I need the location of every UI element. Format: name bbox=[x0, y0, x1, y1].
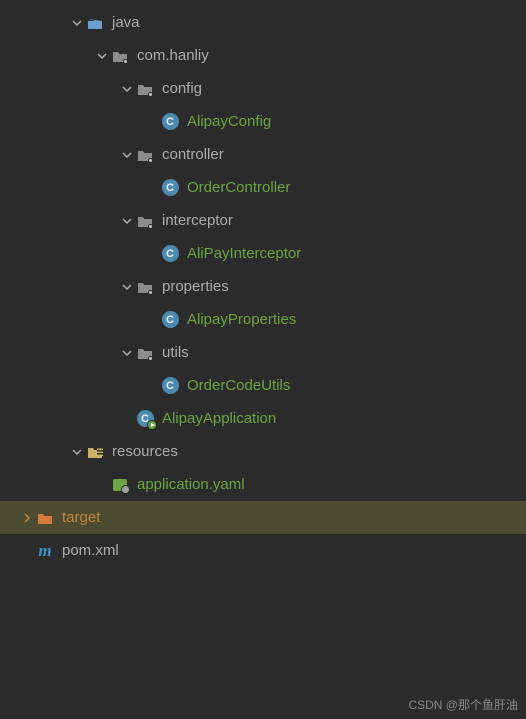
tree-row-class[interactable]: C AlipayProperties bbox=[0, 303, 526, 336]
tree-label: config bbox=[162, 80, 202, 97]
tree-label: AliPayInterceptor bbox=[187, 245, 301, 262]
package-icon bbox=[136, 344, 154, 362]
tree-row-package[interactable]: controller bbox=[0, 138, 526, 171]
tree-row-class[interactable]: C OrderCodeUtils bbox=[0, 369, 526, 402]
tree-row-package[interactable]: config bbox=[0, 72, 526, 105]
yaml-icon bbox=[111, 476, 129, 494]
package-icon bbox=[136, 212, 154, 230]
tree-label: java bbox=[112, 14, 140, 31]
tree-row-pom[interactable]: m pom.xml bbox=[0, 534, 526, 567]
tree-label: OrderController bbox=[187, 179, 290, 196]
chevron-down-icon bbox=[95, 51, 109, 61]
folder-icon bbox=[86, 14, 104, 32]
chevron-down-icon bbox=[120, 84, 134, 94]
class-run-icon: C bbox=[136, 410, 154, 428]
tree-row-package[interactable]: utils bbox=[0, 336, 526, 369]
tree-row-java[interactable]: java bbox=[0, 6, 526, 39]
tree-label: interceptor bbox=[162, 212, 233, 229]
class-icon: C bbox=[161, 377, 179, 395]
tree-row-target[interactable]: target bbox=[0, 501, 526, 534]
class-icon: C bbox=[161, 245, 179, 263]
package-icon bbox=[136, 80, 154, 98]
package-icon bbox=[136, 278, 154, 296]
tree-row-package[interactable]: interceptor bbox=[0, 204, 526, 237]
tree-label: AlipayProperties bbox=[187, 311, 296, 328]
watermark: CSDN @那个鱼肝油 bbox=[408, 696, 518, 713]
project-tree: java com.hanliy config C AlipayConfig co… bbox=[0, 0, 526, 567]
chevron-down-icon bbox=[120, 216, 134, 226]
tree-label: com.hanliy bbox=[137, 47, 209, 64]
tree-label: OrderCodeUtils bbox=[187, 377, 290, 394]
tree-label: target bbox=[62, 509, 100, 526]
package-icon bbox=[136, 146, 154, 164]
class-icon: C bbox=[161, 113, 179, 131]
chevron-down-icon bbox=[120, 150, 134, 160]
tree-label: pom.xml bbox=[62, 542, 119, 559]
tree-row-application-class[interactable]: C AlipayApplication bbox=[0, 402, 526, 435]
maven-icon: m bbox=[36, 542, 54, 560]
tree-row-yaml[interactable]: application.yaml bbox=[0, 468, 526, 501]
tree-label: utils bbox=[162, 344, 189, 361]
class-icon: C bbox=[161, 311, 179, 329]
tree-row-package[interactable]: properties bbox=[0, 270, 526, 303]
tree-row-resources[interactable]: resources bbox=[0, 435, 526, 468]
class-icon: C bbox=[161, 179, 179, 197]
tree-label: AlipayApplication bbox=[162, 410, 276, 427]
tree-label: controller bbox=[162, 146, 224, 163]
tree-label: application.yaml bbox=[137, 476, 245, 493]
tree-label: properties bbox=[162, 278, 229, 295]
folder-icon bbox=[36, 509, 54, 527]
resources-folder-icon bbox=[86, 443, 104, 461]
tree-label: AlipayConfig bbox=[187, 113, 271, 130]
chevron-down-icon bbox=[120, 282, 134, 292]
chevron-down-icon bbox=[70, 447, 84, 457]
tree-row-class[interactable]: C AliPayInterceptor bbox=[0, 237, 526, 270]
tree-row-class[interactable]: C OrderController bbox=[0, 171, 526, 204]
chevron-down-icon bbox=[70, 18, 84, 28]
tree-row-class[interactable]: C AlipayConfig bbox=[0, 105, 526, 138]
chevron-down-icon bbox=[120, 348, 134, 358]
chevron-right-icon bbox=[20, 513, 34, 523]
tree-row-package[interactable]: com.hanliy bbox=[0, 39, 526, 72]
tree-label: resources bbox=[112, 443, 178, 460]
package-icon bbox=[111, 47, 129, 65]
